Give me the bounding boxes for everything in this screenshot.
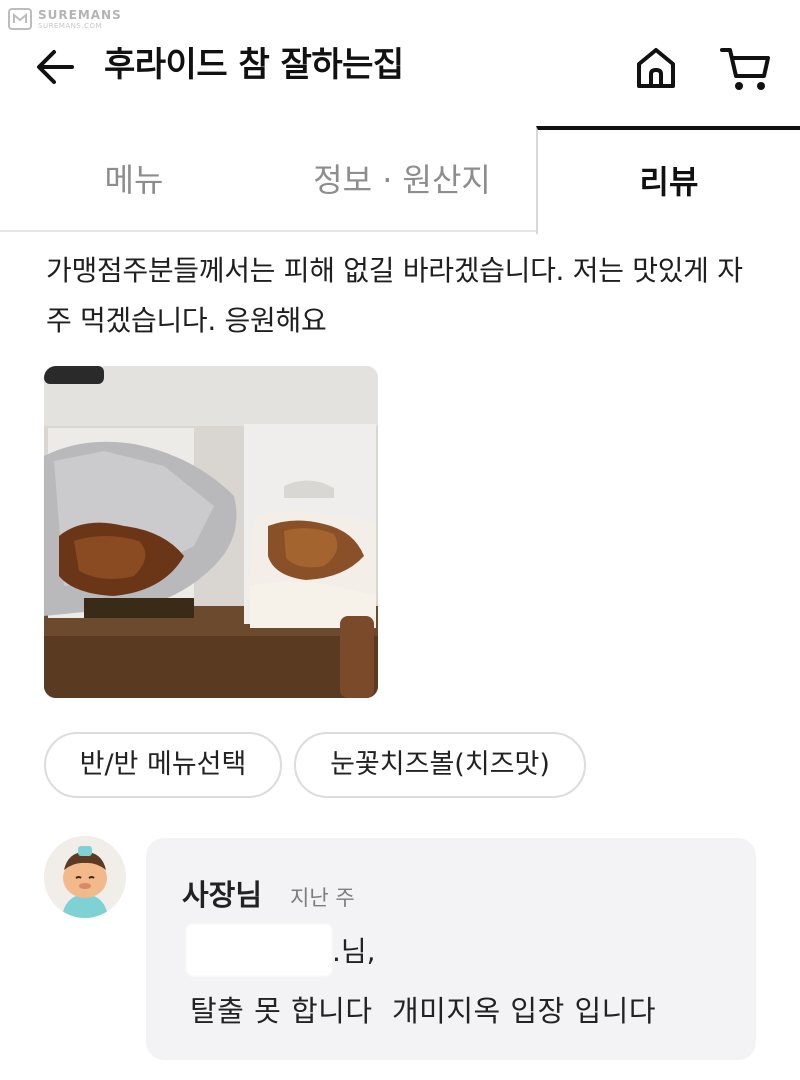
back-button[interactable] — [32, 44, 78, 90]
tab-review[interactable]: 리뷰 — [536, 126, 800, 234]
store-tabs: 메뉴 정보 · 원산지 리뷰 — [0, 126, 800, 234]
owner-character-icon — [44, 836, 126, 918]
home-button[interactable] — [630, 42, 682, 94]
option-chip[interactable]: 눈꽃치즈볼(치즈맛) — [294, 732, 586, 798]
suremans-logo-icon — [8, 8, 32, 30]
reply-time: 지난 주 — [290, 886, 355, 910]
review-text: 가맹점주분들께서는 피해 없길 바라겠습니다. 저는 맛있게 자주 먹겠습니다.… — [46, 254, 743, 337]
owner-avatar — [44, 836, 126, 918]
redacted-username — [186, 924, 332, 976]
chicken-photo-image — [44, 366, 378, 698]
cart-icon — [720, 48, 770, 90]
reply-body: 탈출 못 합니다 개미지옥 입장 입니다 — [190, 994, 657, 1028]
home-icon — [637, 48, 675, 88]
review-photo[interactable] — [44, 366, 378, 698]
watermark: SUREMANS SUREMANS.COM — [8, 6, 122, 32]
arrow-left-icon — [37, 50, 74, 84]
watermark-domain: SUREMANS.COM — [38, 21, 103, 30]
option-chip[interactable]: 반/반 메뉴선택 — [44, 732, 282, 798]
app-header: 후라이드 참 잘하는집 — [0, 30, 800, 100]
tab-menu[interactable]: 메뉴 — [0, 126, 268, 232]
cart-button[interactable] — [718, 42, 774, 94]
watermark-brand: SUREMANS — [38, 7, 122, 22]
owner-reply-bubble: 사장님 지난 주 .님, 탈출 못 합니다 개미지옥 입장 입니다 — [146, 838, 756, 1060]
store-title: 후라이드 참 잘하는집 — [104, 45, 404, 85]
reply-greeting-suffix: .님, — [332, 935, 376, 968]
tab-info-origin[interactable]: 정보 · 원산지 — [268, 126, 536, 232]
reply-author: 사장님 — [182, 878, 263, 912]
review-options: 반/반 메뉴선택 눈꽃치즈볼(치즈맛) — [44, 732, 586, 802]
